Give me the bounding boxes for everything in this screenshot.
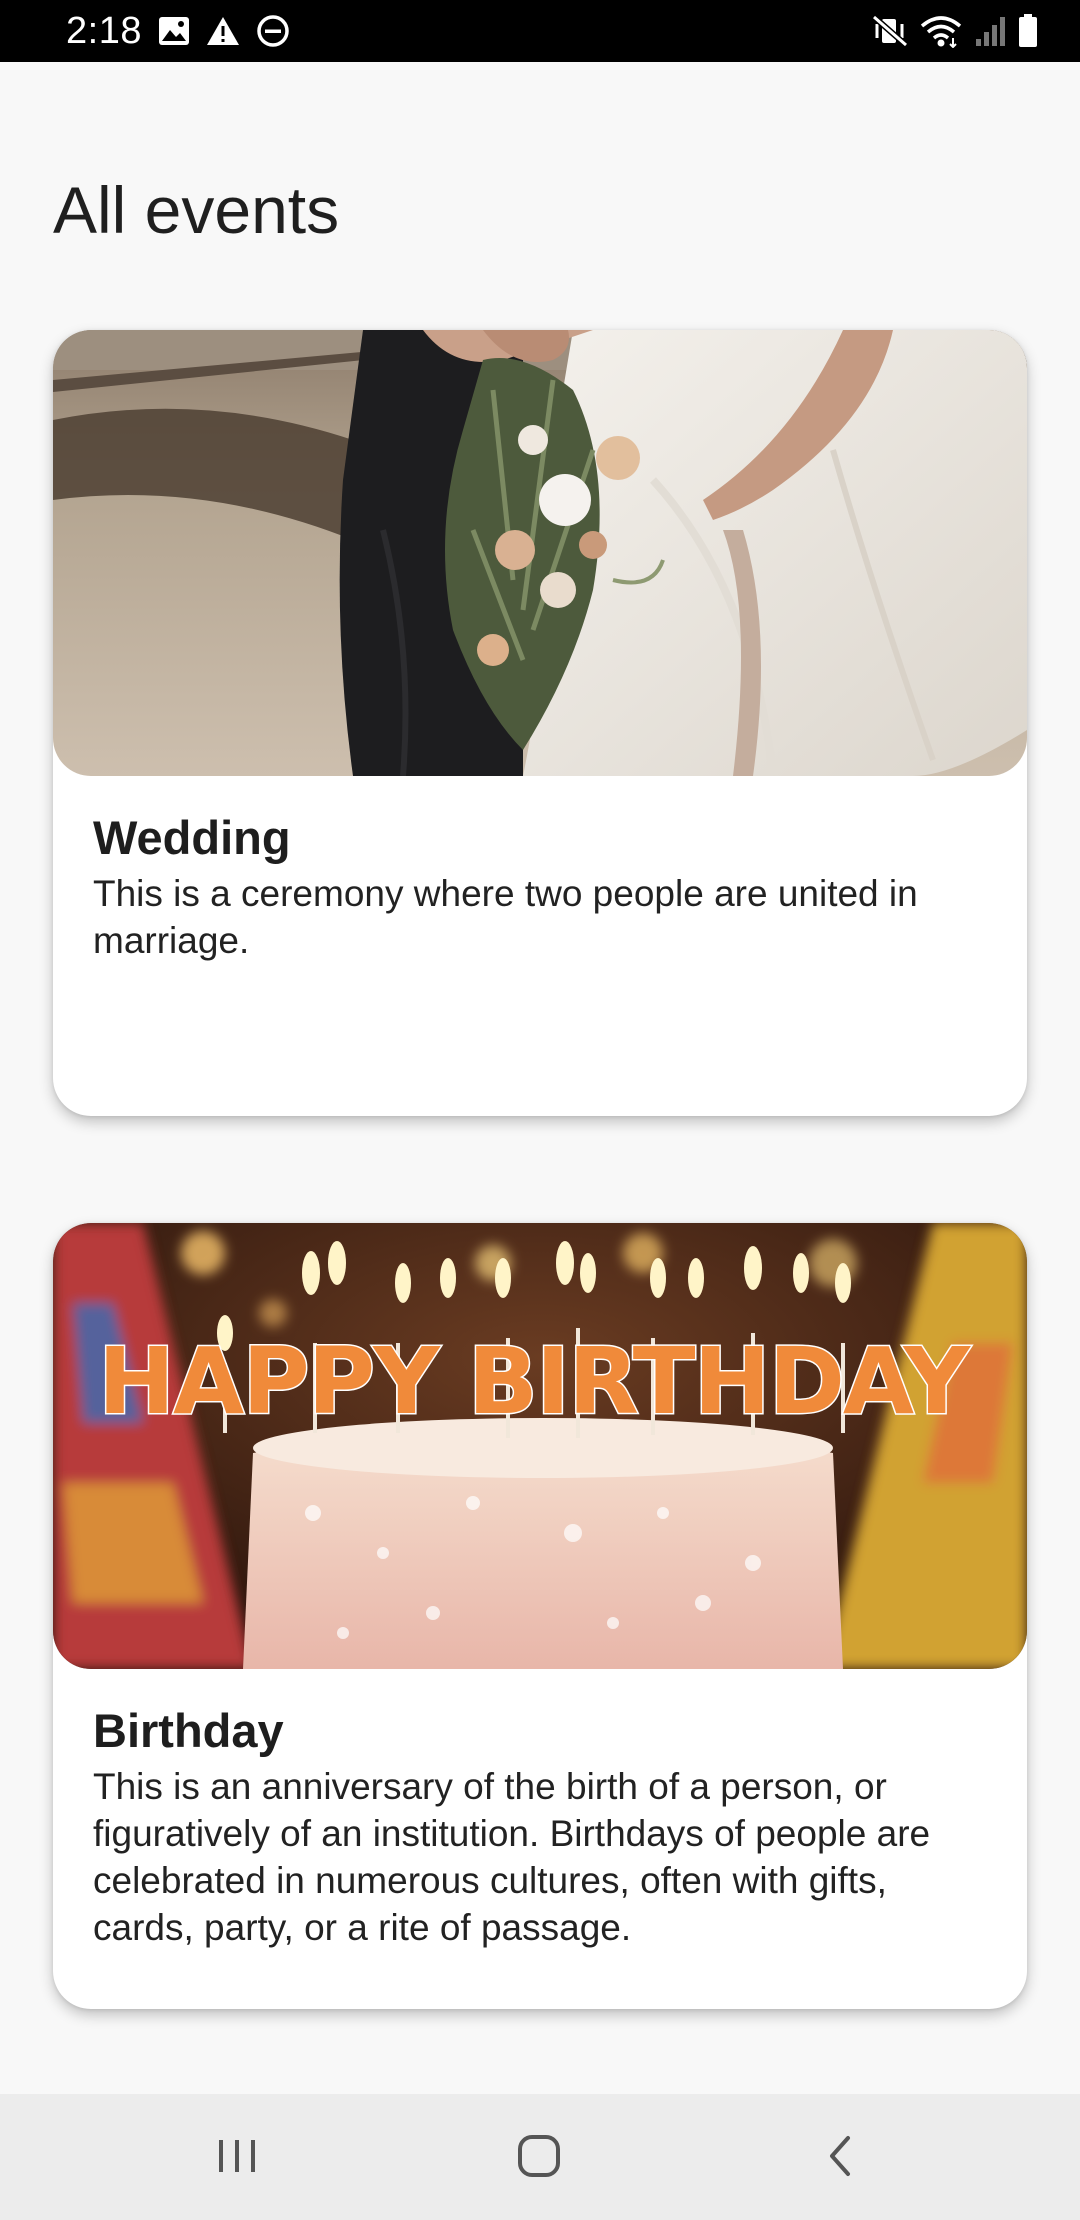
back-icon [826,2134,856,2183]
event-title: Birthday [93,1704,284,1757]
event-title: Wedding [93,811,291,864]
page-title: All events [53,173,340,247]
status-system-icons [872,12,1038,50]
event-card-birthday[interactable]: HAPPY BIRTHDAY Birthday This is an anniv… [53,1223,1027,2009]
recents-button[interactable] [192,2126,282,2190]
wedding-image [53,330,1027,776]
event-description: This is a ceremony where two people are … [93,873,918,961]
warning-icon [206,16,240,46]
navigation-bar [0,2094,1080,2220]
signal-icon [974,15,1006,47]
happy-birthday-candles: HAPPY BIRTHDAY [98,1328,971,1435]
do-not-disturb-icon [256,14,290,48]
status-notification-icons [158,13,290,49]
back-button[interactable] [796,2126,886,2190]
image-icon [158,16,190,46]
vibrate-mute-icon [872,15,908,47]
event-card-wedding[interactable]: Wedding This is a ceremony where two peo… [53,330,1027,1116]
status-time: 2:18 [66,10,142,52]
battery-icon [1018,14,1038,48]
birthday-image: HAPPY BIRTHDAY [53,1223,1027,1669]
event-description: This is an anniversary of the birth of a… [93,1766,931,1948]
wifi-icon [920,14,962,48]
recents-icon [215,2136,259,2181]
status-bar: 2:18 [0,0,1080,62]
home-icon [516,2133,562,2184]
home-button[interactable] [494,2126,584,2190]
